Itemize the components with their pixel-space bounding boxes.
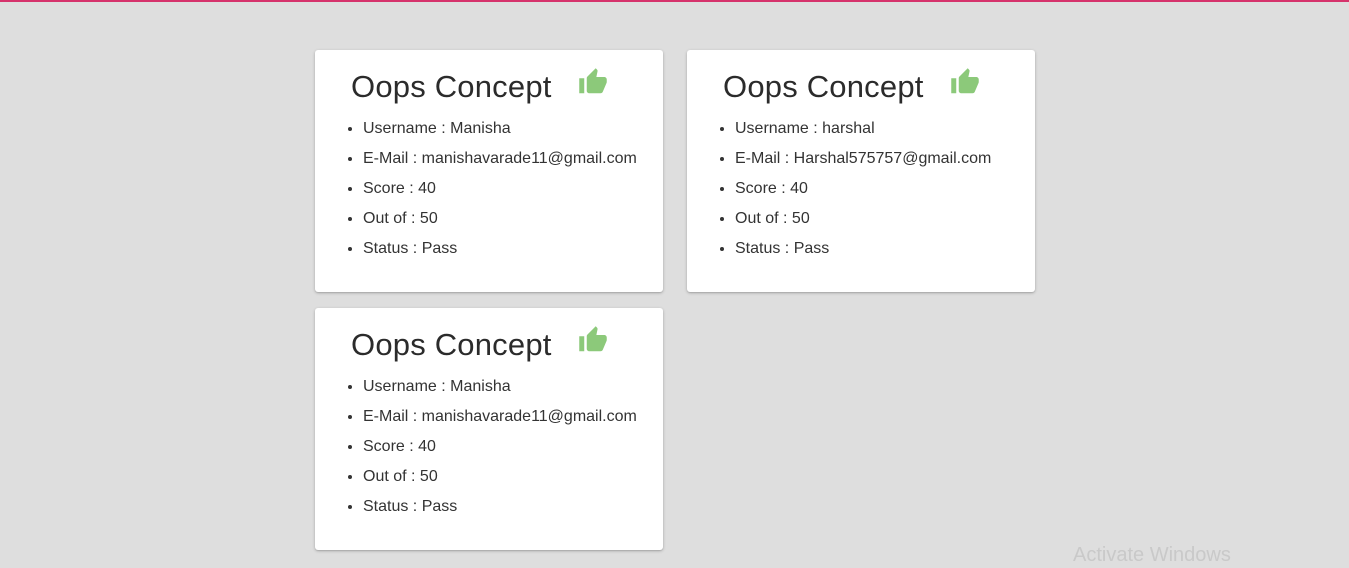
- username-item: Username : harshal: [735, 114, 991, 144]
- out-of-item: Out of : 50: [735, 204, 991, 234]
- score-item: Score : 40: [363, 174, 637, 204]
- result-card: Oops Concept Username : harshal E-Mail :…: [687, 50, 1035, 292]
- out-of-item: Out of : 50: [363, 204, 637, 234]
- details-list: Username : Manisha E-Mail : manishavarad…: [363, 372, 637, 522]
- details-list: Username : Manisha E-Mail : manishavarad…: [363, 114, 637, 264]
- email-item: E-Mail : manishavarade11@gmail.com: [363, 144, 637, 174]
- details-list: Username : harshal E-Mail : Harshal57575…: [735, 114, 991, 264]
- card-title: Oops Concept: [351, 327, 552, 362]
- result-card: Oops Concept Username : Manisha E-Mail :…: [315, 50, 663, 292]
- thumbs-up-icon[interactable]: [950, 67, 980, 97]
- activate-windows-watermark: Activate Windows: [1073, 544, 1231, 566]
- thumbs-up-icon[interactable]: [578, 325, 608, 355]
- out-of-item: Out of : 50: [363, 462, 637, 492]
- username-item: Username : Manisha: [363, 372, 637, 402]
- username-item: Username : Manisha: [363, 114, 637, 144]
- thumbs-up-icon[interactable]: [578, 67, 608, 97]
- card-title: Oops Concept: [351, 69, 552, 104]
- email-item: E-Mail : Harshal575757@gmail.com: [735, 144, 991, 174]
- score-item: Score : 40: [363, 432, 637, 462]
- result-card: Oops Concept Username : Manisha E-Mail :…: [315, 308, 663, 550]
- status-item: Status : Pass: [735, 234, 991, 264]
- card-title: Oops Concept: [723, 69, 924, 104]
- top-accent-bar: [0, 0, 1349, 2]
- score-item: Score : 40: [735, 174, 991, 204]
- email-item: E-Mail : manishavarade11@gmail.com: [363, 402, 637, 432]
- status-item: Status : Pass: [363, 492, 637, 522]
- status-item: Status : Pass: [363, 234, 637, 264]
